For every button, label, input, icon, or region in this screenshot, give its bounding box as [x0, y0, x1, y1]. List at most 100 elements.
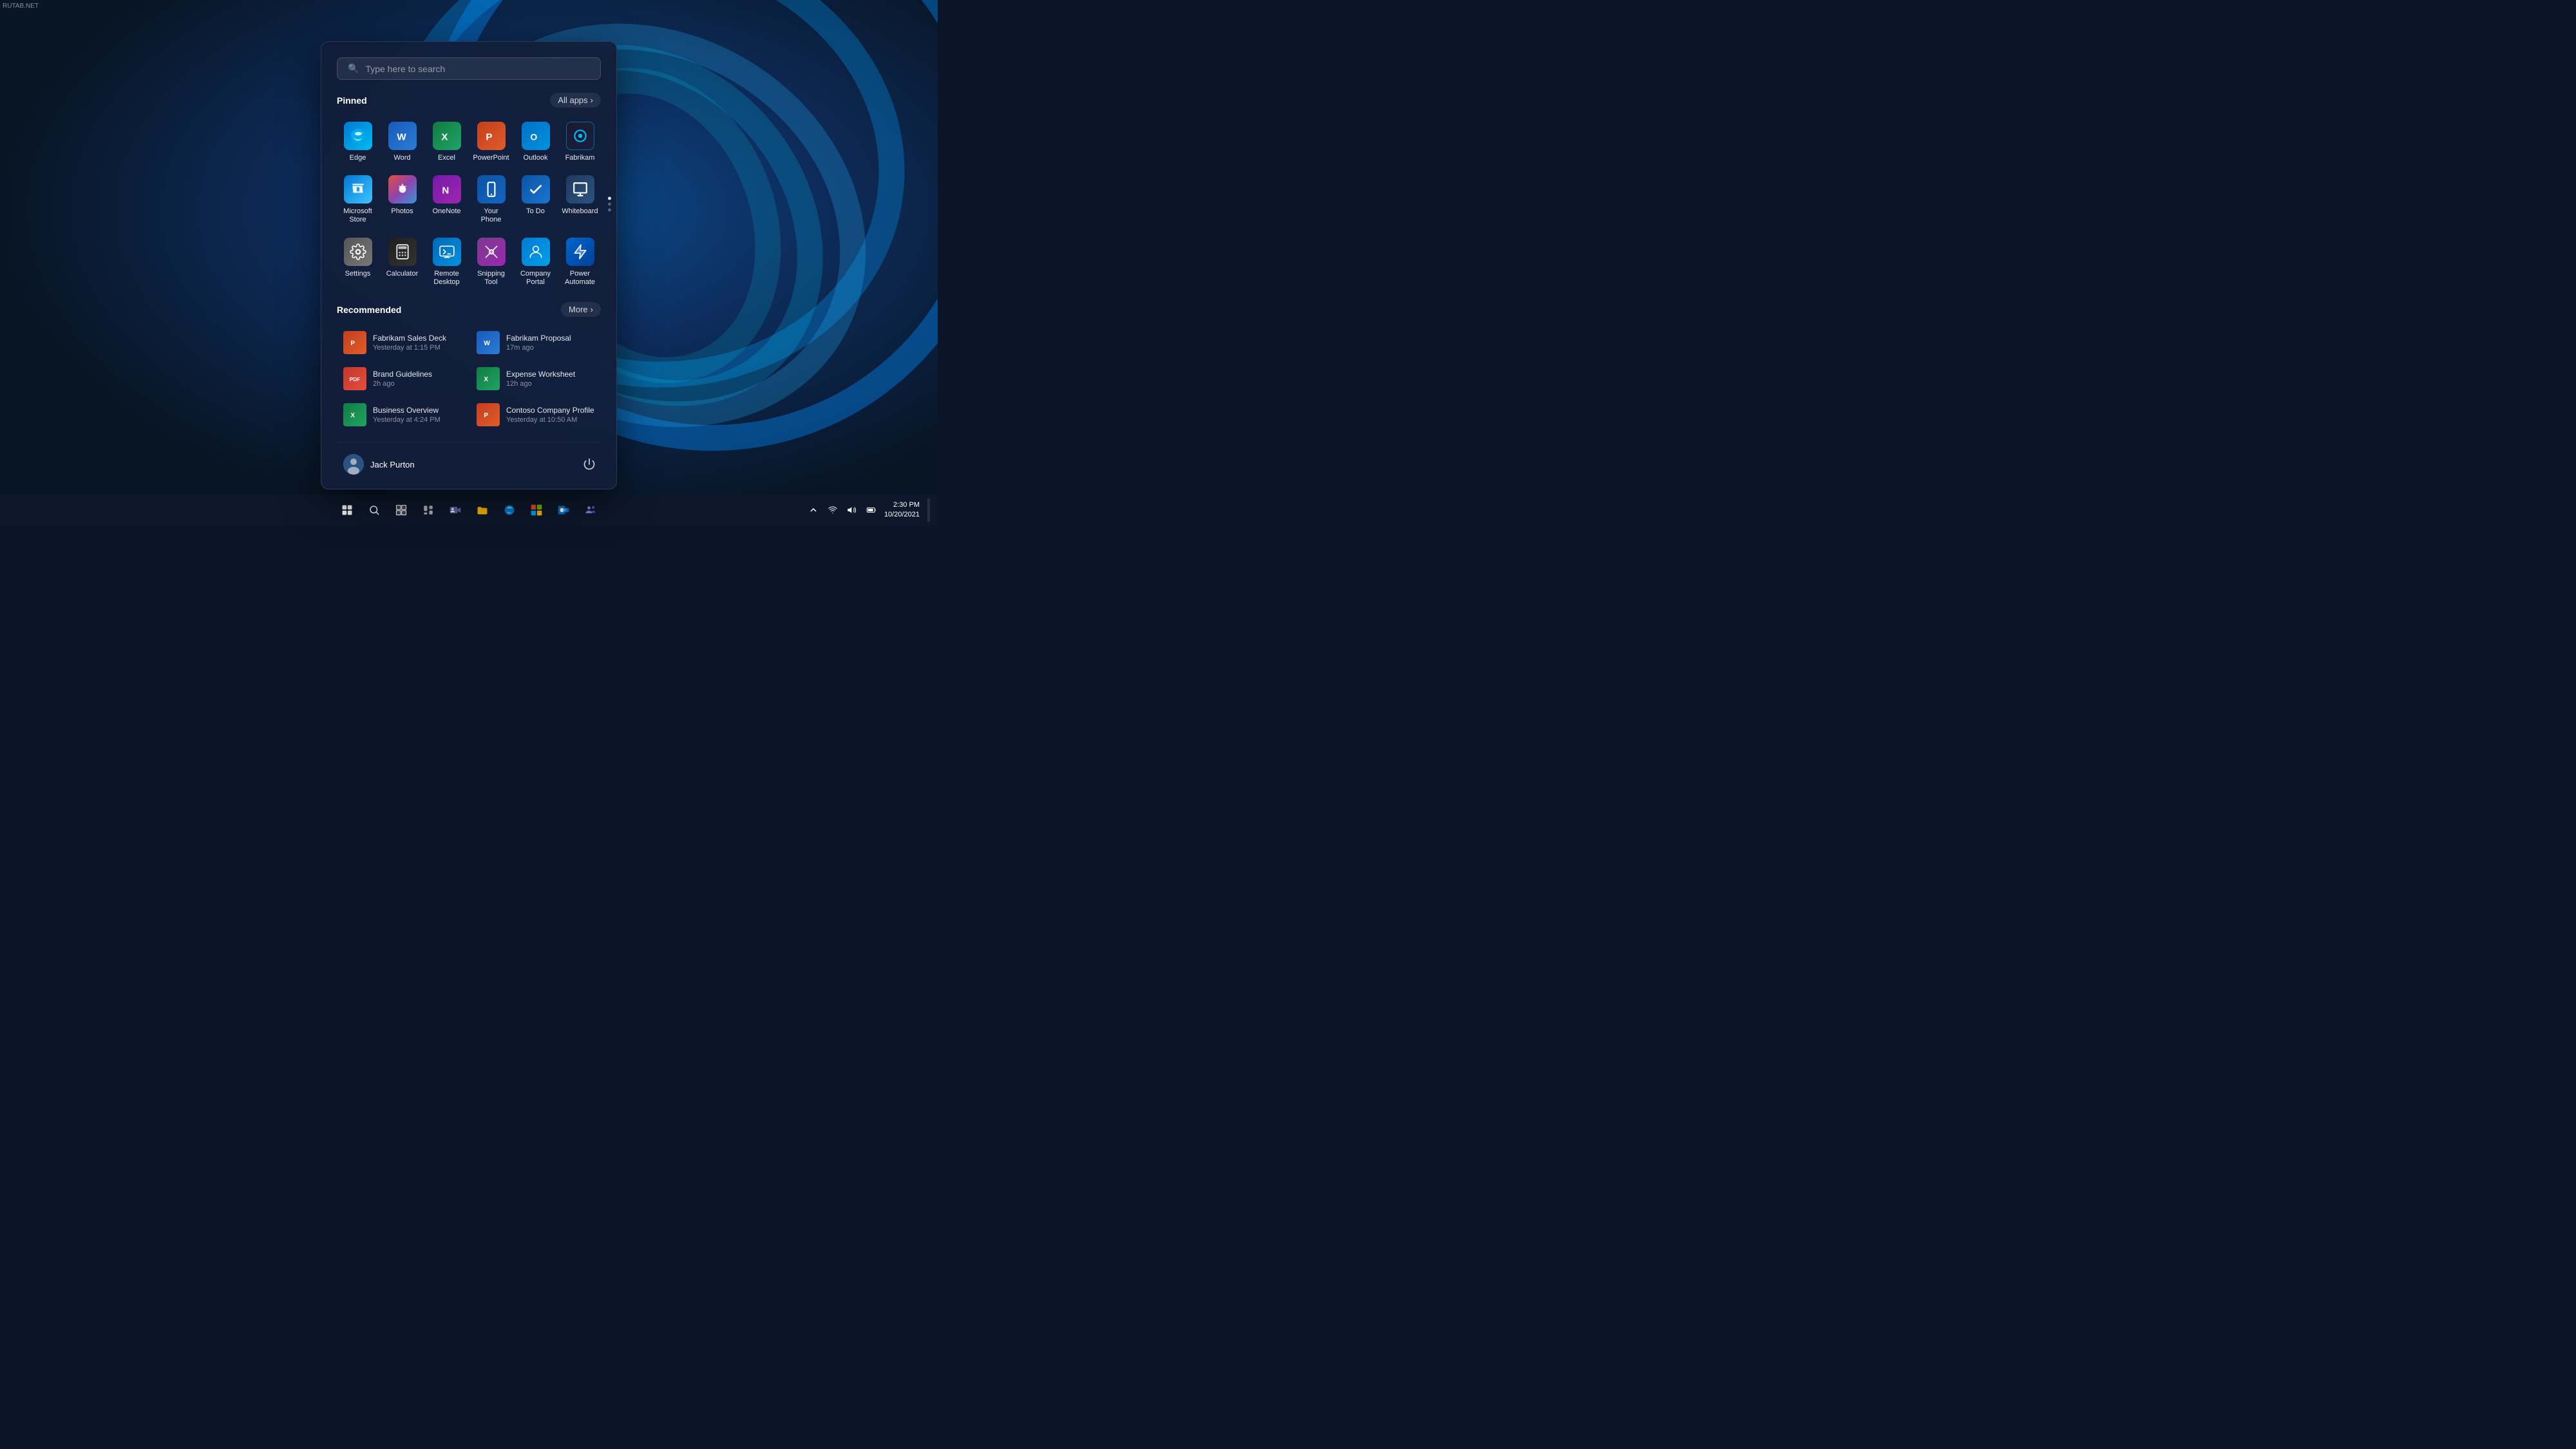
pinned-app-grid: Edge W Word X Excel P PowerPoint O Outlo…	[337, 117, 601, 292]
rec-info-4: Expense Worksheet 12h ago	[506, 370, 594, 388]
rec-icon-excel-1: X	[477, 367, 500, 390]
taskbar-search[interactable]	[363, 498, 386, 522]
photos-label: Photos	[391, 207, 413, 216]
recommended-grid: P Fabrikam Sales Deck Yesterday at 1:15 …	[337, 326, 601, 431]
app-calculator[interactable]: Calculator	[381, 232, 423, 292]
companyportal-label: Company Portal	[517, 270, 554, 287]
svg-text:P: P	[350, 340, 355, 347]
app-whiteboard[interactable]: Whiteboard	[559, 170, 601, 229]
taskbar-right: 2:30 PM 10/20/2021	[806, 498, 930, 522]
fabrikam-icon	[566, 122, 594, 150]
powerautomate-icon	[566, 238, 594, 266]
rec-time-1: Yesterday at 1:15 PM	[373, 344, 461, 352]
taskbar-teams[interactable]	[579, 498, 602, 522]
svg-text:P: P	[484, 412, 488, 419]
time-display: 2:30 PM	[884, 500, 920, 510]
taskbar: 2:30 PM 10/20/2021	[0, 495, 938, 526]
user-profile[interactable]: Jack Purton	[337, 450, 421, 478]
outlook-label: Outlook	[524, 154, 548, 162]
file-explorer-button[interactable]	[471, 498, 494, 522]
wifi-icon[interactable]	[825, 502, 840, 518]
excel-icon: X	[433, 122, 461, 150]
taskbar-edge[interactable]	[498, 498, 521, 522]
app-excel[interactable]: X Excel	[426, 117, 468, 167]
app-edge[interactable]: Edge	[337, 117, 379, 167]
app-remotedesktop[interactable]: Remote Desktop	[426, 232, 468, 292]
remotedesktop-icon	[433, 238, 461, 266]
app-outlook[interactable]: O Outlook	[515, 117, 556, 167]
app-powerautomate[interactable]: Power Automate	[559, 232, 601, 292]
excel-label: Excel	[438, 154, 455, 162]
rec-info-6: Contoso Company Profile Yesterday at 10:…	[506, 406, 594, 424]
whiteboard-label: Whiteboard	[562, 207, 598, 216]
app-onenote[interactable]: N OneNote	[426, 170, 468, 229]
rec-time-6: Yesterday at 10:50 AM	[506, 416, 594, 424]
power-button[interactable]	[578, 453, 601, 476]
start-button[interactable]	[336, 498, 359, 522]
pagination-dots	[608, 197, 611, 212]
volume-icon[interactable]	[844, 502, 860, 518]
powerautomate-label: Power Automate	[562, 270, 598, 287]
app-photos[interactable]: Photos	[381, 170, 423, 229]
recommended-section: Recommended More › P Fabrikam Sales Deck…	[337, 302, 601, 431]
rec-time-2: 17m ago	[506, 344, 594, 352]
svg-text:X: X	[484, 376, 488, 383]
search-bar[interactable]: 🔍 Type here to search	[337, 57, 601, 80]
dot-3	[608, 209, 611, 212]
rec-item-expense-worksheet[interactable]: X Expense Worksheet 12h ago	[470, 362, 601, 395]
more-label: More	[569, 305, 588, 314]
svg-text:N: N	[442, 185, 449, 196]
app-fabrikam[interactable]: Fabrikam	[559, 117, 601, 167]
app-snipping[interactable]: Snipping Tool	[470, 232, 512, 292]
network-icon[interactable]	[864, 502, 879, 518]
svg-text:X: X	[441, 132, 448, 143]
widgets-button[interactable]	[417, 498, 440, 522]
system-tray	[806, 502, 879, 518]
remotedesktop-label: Remote Desktop	[428, 270, 465, 287]
app-companyportal[interactable]: Company Portal	[515, 232, 556, 292]
rec-icon-excel-2: X	[343, 403, 366, 426]
task-view-button[interactable]	[390, 498, 413, 522]
powerpoint-label: PowerPoint	[473, 154, 509, 162]
start-menu: 🔍 Type here to search Pinned All apps › …	[321, 41, 617, 489]
edge-icon	[344, 122, 372, 150]
rec-item-fabrikam-proposal[interactable]: W Fabrikam Proposal 17m ago	[470, 326, 601, 359]
onenote-label: OneNote	[432, 207, 460, 216]
todo-icon	[522, 175, 550, 204]
user-name: Jack Purton	[370, 460, 415, 469]
calculator-icon	[388, 238, 417, 266]
app-yourphone[interactable]: Your Phone	[470, 170, 512, 229]
edge-label: Edge	[350, 154, 366, 162]
system-tray-expand[interactable]	[806, 502, 821, 518]
rec-item-contoso-profile[interactable]: P Contoso Company Profile Yesterday at 1…	[470, 398, 601, 431]
search-placeholder: Type here to search	[365, 64, 445, 74]
dot-1	[608, 197, 611, 200]
store-icon	[344, 175, 372, 204]
meet-button[interactable]	[444, 498, 467, 522]
svg-text:O: O	[530, 132, 537, 142]
clock[interactable]: 2:30 PM 10/20/2021	[884, 500, 920, 520]
rec-item-brand-guidelines[interactable]: PDF Brand Guidelines 2h ago	[337, 362, 468, 395]
app-powerpoint[interactable]: P PowerPoint	[470, 117, 512, 167]
rec-icon-word-1: W	[477, 331, 500, 354]
rec-name-3: Brand Guidelines	[373, 370, 461, 379]
whiteboard-icon	[566, 175, 594, 204]
app-todo[interactable]: To Do	[515, 170, 556, 229]
rec-info-5: Business Overview Yesterday at 4:24 PM	[373, 406, 461, 424]
show-desktop-button[interactable]	[927, 498, 930, 522]
all-apps-button[interactable]: All apps ›	[550, 93, 601, 108]
more-button[interactable]: More ›	[561, 302, 601, 317]
taskbar-outlook[interactable]	[552, 498, 575, 522]
app-word[interactable]: W Word	[381, 117, 423, 167]
app-msstore[interactable]: Microsoft Store	[337, 170, 379, 229]
taskbar-store[interactable]	[525, 498, 548, 522]
app-settings[interactable]: Settings	[337, 232, 379, 292]
snipping-label: Snipping Tool	[473, 270, 509, 287]
svg-text:P: P	[486, 132, 492, 143]
rec-item-fabrikam-sales[interactable]: P Fabrikam Sales Deck Yesterday at 1:15 …	[337, 326, 468, 359]
start-footer: Jack Purton	[337, 442, 601, 478]
rec-name-2: Fabrikam Proposal	[506, 334, 594, 343]
powerpoint-icon: P	[477, 122, 506, 150]
svg-text:X: X	[350, 412, 355, 419]
rec-item-business-overview[interactable]: X Business Overview Yesterday at 4:24 PM	[337, 398, 468, 431]
